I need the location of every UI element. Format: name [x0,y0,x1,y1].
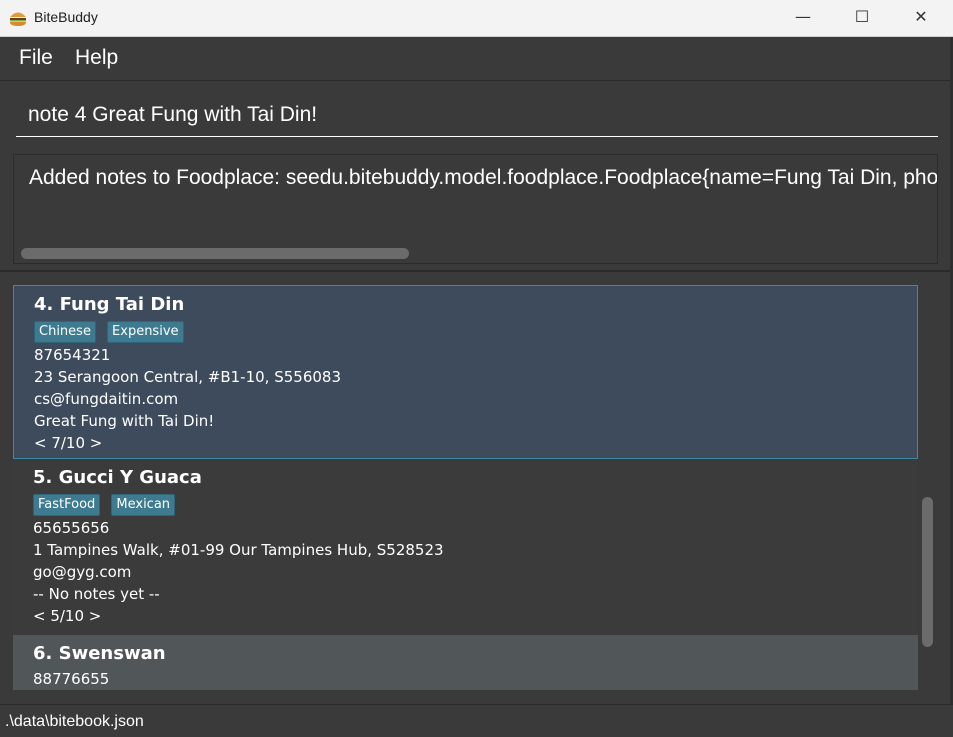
foodplace-note: Great Fung with Tai Din! [34,412,215,430]
window-title: BiteBuddy [34,9,98,25]
foodplace-name: 6. Swenswan [33,643,166,664]
menu-bar: File Help [0,37,953,81]
status-bar: .\data\bitebook.json [0,704,953,737]
result-display[interactable]: Added notes to Foodplace: seedu.bitebudd… [13,154,938,264]
result-message: Added notes to Foodplace: seedu.bitebudd… [29,166,938,189]
foodplace-note: -- No notes yet -- [33,585,160,603]
foodplace-address: 23 Serangoon Central, #B1-10, S556083 [34,368,341,386]
tag: Expensive [107,321,184,343]
maximize-button[interactable]: ☐ [832,0,892,36]
tag-list: FastFood Mexican [33,493,898,517]
foodplace-list[interactable]: 4. Fung Tai Din Chinese Expensive 876543… [13,285,918,690]
menu-file[interactable]: File [19,46,53,70]
foodplace-phone: 88776655 [33,670,110,688]
data-file-path: .\data\bitebook.json [5,713,144,730]
command-box [0,81,950,148]
menu-help[interactable]: Help [75,46,118,70]
foodplace-card[interactable]: 5. Gucci Y Guaca FastFood Mexican 656556… [13,459,918,635]
command-input[interactable] [16,93,938,137]
vertical-scrollbar[interactable] [922,497,933,647]
burger-icon [10,12,26,26]
foodplace-card-selected[interactable]: 4. Fung Tai Din Chinese Expensive 876543… [13,285,918,459]
foodplace-name: 4. Fung Tai Din [34,294,185,315]
title-bar[interactable]: BiteBuddy — ☐ ✕ [0,0,953,37]
minimize-button[interactable]: — [773,0,833,36]
tag: Chinese [34,321,96,343]
tag: FastFood [33,494,101,516]
foodplace-rating: < 7/10 > [34,434,103,452]
foodplace-card[interactable]: 6. Swenswan 88776655 [13,635,918,690]
foodplace-email: go@gyg.com [33,563,132,581]
close-button[interactable]: ✕ [891,0,951,36]
tag: Mexican [111,494,176,516]
foodplace-phone: 65655656 [33,519,110,537]
foodplace-rating: < 5/10 > [33,607,102,625]
horizontal-scrollbar[interactable] [21,248,409,259]
foodplace-phone: 87654321 [34,346,111,364]
app-window: BiteBuddy — ☐ ✕ File Help Added notes to… [0,0,953,737]
divider [0,270,950,272]
foodplace-email: cs@fungdaitin.com [34,390,179,408]
tag-list: Chinese Expensive [34,320,897,344]
foodplace-address: 1 Tampines Walk, #01-99 Our Tampines Hub… [33,541,444,559]
foodplace-name: 5. Gucci Y Guaca [33,467,202,488]
